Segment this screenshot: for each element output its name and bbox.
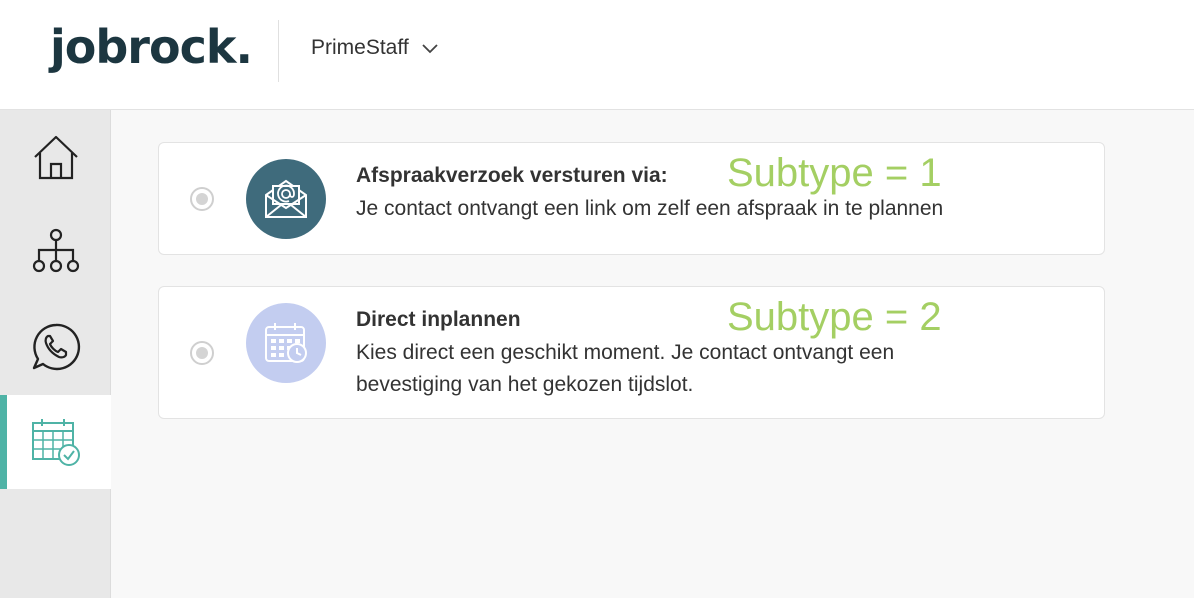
organization-selector[interactable]: PrimeStaff bbox=[311, 36, 439, 60]
option-radio-direct[interactable] bbox=[190, 341, 214, 365]
home-icon bbox=[33, 135, 78, 180]
option-radio-request[interactable] bbox=[190, 187, 214, 211]
option-description: Kies direct een geschikt moment. Je cont… bbox=[356, 341, 895, 396]
org-chart-icon bbox=[32, 228, 79, 273]
chevron-down-icon bbox=[422, 44, 438, 54]
sidebar-item-home[interactable] bbox=[0, 110, 111, 204]
option-icon-direct bbox=[246, 303, 326, 383]
option-card-request[interactable]: Afspraakverzoek versturen via: Je contac… bbox=[158, 142, 1105, 255]
jobrock-logo[interactable]: jobrock. bbox=[50, 20, 253, 74]
sidebar-item-whatsapp[interactable] bbox=[0, 300, 111, 394]
subtype-annotation: Subtype = 1 bbox=[727, 151, 942, 195]
option-title: Afspraakverzoek versturen via: bbox=[356, 164, 668, 187]
organization-name: PrimeStaff bbox=[311, 36, 409, 59]
calendar-check-icon bbox=[31, 419, 80, 466]
header-divider bbox=[278, 20, 279, 82]
sidebar-item-structure[interactable] bbox=[0, 204, 111, 298]
top-bar: jobrock. PrimeStaff bbox=[0, 0, 1194, 110]
option-card-direct[interactable]: Direct inplannen Kies direct een geschik… bbox=[158, 286, 1105, 419]
option-title: Direct inplannen bbox=[356, 308, 521, 331]
calendar-clock-icon bbox=[265, 323, 307, 363]
email-invite-icon bbox=[265, 179, 307, 218]
subtype-annotation: Subtype = 2 bbox=[727, 295, 942, 339]
option-description: Je contact ontvangt een link om zelf een… bbox=[356, 197, 944, 220]
sidebar bbox=[0, 110, 111, 598]
sidebar-item-agenda[interactable] bbox=[0, 395, 111, 489]
option-icon-request bbox=[246, 159, 326, 239]
whatsapp-icon bbox=[32, 323, 80, 371]
